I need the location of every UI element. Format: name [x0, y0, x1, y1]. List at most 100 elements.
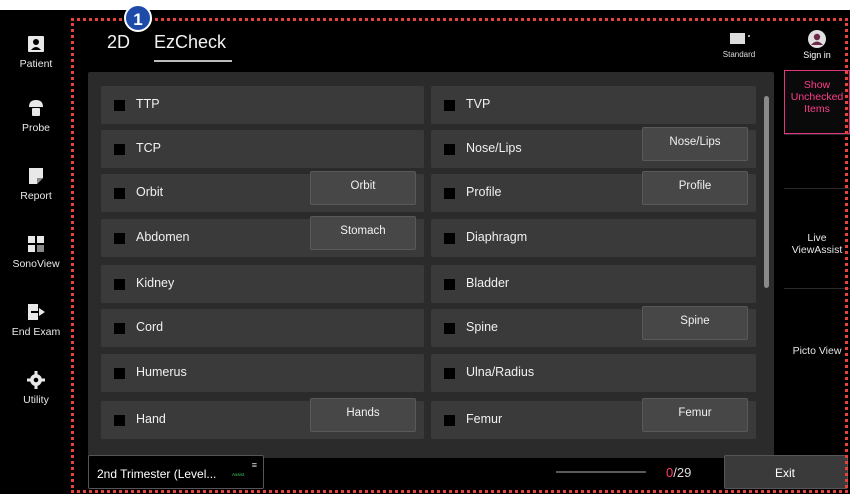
ezcheck-screen: Patient Probe Report SonoView End Exam U…: [0, 10, 850, 494]
checkbox[interactable]: [444, 144, 455, 155]
probe-icon: [29, 100, 43, 116]
show-unchecked-label: Show Unchecked Items: [790, 79, 844, 115]
left-sidebar: Patient Probe Report SonoView End Exam U…: [0, 10, 72, 494]
assist-badge: Assist: [232, 472, 245, 477]
item-tag-button[interactable]: Stomach: [310, 216, 416, 250]
item-tag-button[interactable]: Femur: [642, 398, 748, 432]
checklist-item[interactable]: Femur Femur: [431, 398, 756, 439]
checklist-item[interactable]: Abdomen Stomach: [101, 216, 424, 257]
checklist-item[interactable]: Hand Hands: [101, 398, 424, 439]
checkbox[interactable]: [114, 100, 125, 111]
protocol-selector[interactable]: 2nd Trimester (Level... Assist ≡: [88, 455, 264, 489]
item-name: Abdomen: [136, 230, 190, 244]
protocol-label: 2nd Trimester (Level...: [97, 467, 217, 481]
checklist-item[interactable]: Cord: [101, 309, 424, 347]
live-viewassist-label: Live ViewAssist: [791, 231, 843, 256]
item-name: TVP: [466, 97, 491, 111]
checkbox[interactable]: [444, 233, 455, 244]
mode-label: 2D: [107, 32, 131, 52]
checklist-item[interactable]: Spine Spine: [431, 306, 756, 347]
checkbox[interactable]: [114, 144, 125, 155]
checklist-item[interactable]: Ulna/Radius: [431, 354, 756, 392]
checkbox[interactable]: [444, 368, 455, 379]
right-empty-slot: [784, 134, 850, 188]
checkbox[interactable]: [114, 323, 125, 334]
live-viewassist-button[interactable]: Live ViewAssist: [784, 188, 850, 288]
sidebar-item-end-exam[interactable]: End Exam: [0, 302, 72, 354]
checklist-item[interactable]: Kidney: [101, 265, 424, 303]
item-name: Femur: [466, 412, 503, 426]
checkbox[interactable]: [444, 188, 455, 199]
item-tag-button[interactable]: Nose/Lips: [642, 127, 748, 161]
checkbox[interactable]: [114, 415, 125, 426]
progress-track: [556, 471, 646, 473]
item-tag-button[interactable]: Hands: [310, 398, 416, 432]
end-exam-icon: [28, 304, 45, 320]
item-tag-button[interactable]: Spine: [642, 306, 748, 340]
checklist-item[interactable]: TTP: [101, 86, 424, 124]
checklist-item[interactable]: Orbit Orbit: [101, 171, 424, 212]
checklist-item[interactable]: Humerus: [101, 354, 424, 392]
sidebar-item-label: Patient: [19, 58, 53, 70]
item-name: Orbit: [136, 185, 164, 199]
item-name: TCP: [136, 141, 161, 155]
annotation-marker: 1: [124, 4, 152, 32]
gear-icon: [27, 371, 45, 389]
checklist-item[interactable]: TCP: [101, 130, 424, 168]
checkbox[interactable]: [444, 279, 455, 290]
report-icon: [29, 168, 43, 184]
title-underline: [154, 60, 232, 62]
page-title: EzCheck: [154, 32, 227, 52]
checkbox[interactable]: [444, 415, 455, 426]
item-name: Profile: [466, 185, 502, 199]
sidebar-item-label: End Exam: [11, 326, 61, 338]
checklist-item[interactable]: Diaphragm: [431, 219, 756, 257]
item-name: Spine: [466, 320, 498, 334]
sidebar-item-label: SonoView: [12, 258, 60, 270]
sidebar-item-sonoview[interactable]: SonoView: [0, 234, 72, 286]
item-tag-button[interactable]: Orbit: [310, 171, 416, 205]
checked-count: 0/29: [666, 465, 691, 480]
checklist-item[interactable]: Bladder: [431, 265, 756, 303]
checklist-item[interactable]: Profile Profile: [431, 171, 756, 212]
sign-in-label: Sign in: [803, 50, 831, 60]
checkbox[interactable]: [114, 279, 125, 290]
exit-label: Exit: [775, 466, 796, 480]
sign-in-button[interactable]: Sign in: [784, 30, 850, 60]
item-name: Diaphragm: [466, 230, 528, 244]
monitor-icon: [730, 33, 750, 44]
sonoview-icon: [28, 236, 44, 252]
checklist-item[interactable]: TVP: [431, 86, 756, 124]
sidebar-item-label: Report: [20, 190, 52, 202]
sidebar-item-patient[interactable]: Patient: [0, 34, 72, 86]
sidebar-item-utility[interactable]: Utility: [0, 370, 72, 422]
item-name: Nose/Lips: [466, 141, 522, 155]
sidebar-item-label: Probe: [21, 122, 51, 134]
user-icon: [808, 30, 826, 48]
checklist-item[interactable]: Nose/Lips Nose/Lips: [431, 127, 756, 168]
item-tag-button[interactable]: Profile: [642, 171, 748, 205]
picto-view-button[interactable]: Picto View: [784, 288, 850, 402]
item-name: Kidney: [136, 276, 175, 290]
item-name: Hand: [136, 412, 166, 426]
checked-count-total: /29: [673, 465, 692, 480]
sidebar-item-label: Utility: [23, 394, 49, 406]
item-name: Cord: [136, 320, 164, 334]
checkbox[interactable]: [444, 323, 455, 334]
checkbox[interactable]: [114, 233, 125, 244]
display-layout-label: Standard: [722, 50, 756, 59]
checkbox[interactable]: [114, 188, 125, 199]
checkbox[interactable]: [114, 368, 125, 379]
patient-icon: [28, 36, 44, 52]
checklist-scrollbar[interactable]: [764, 96, 769, 288]
sidebar-item-probe[interactable]: Probe: [0, 98, 72, 150]
sidebar-item-report[interactable]: Report: [0, 166, 72, 218]
display-layout-button[interactable]: Standard: [716, 32, 762, 59]
show-unchecked-items-button[interactable]: Show Unchecked Items: [784, 70, 850, 134]
menu-icon: ≡: [251, 460, 257, 470]
exit-button[interactable]: Exit: [724, 455, 848, 489]
item-name: Ulna/Radius: [466, 365, 535, 379]
item-name: Bladder: [466, 276, 510, 290]
checkbox[interactable]: [444, 100, 455, 111]
item-name: TTP: [136, 97, 160, 111]
